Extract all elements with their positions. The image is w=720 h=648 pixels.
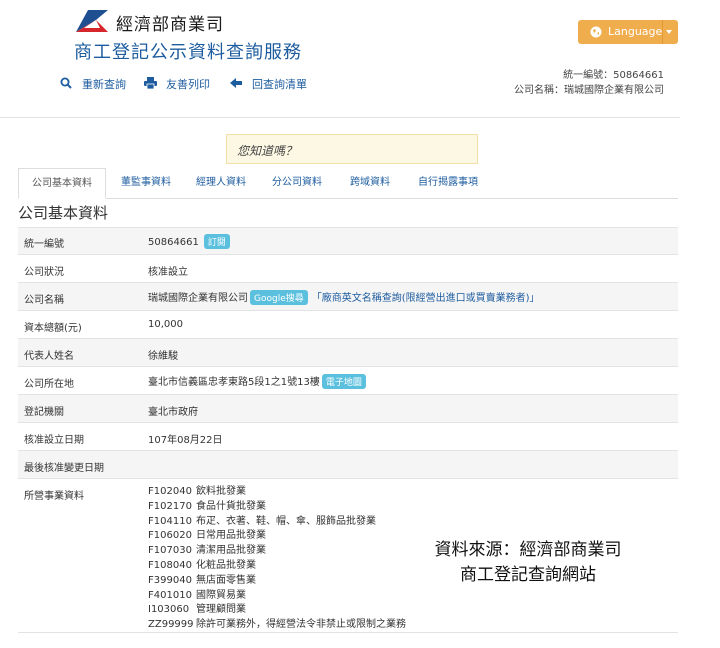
org-name: 經濟部商業司 — [116, 15, 224, 35]
row-label: 最後核准變更日期 — [24, 463, 104, 474]
row-label: 統一編號 — [24, 239, 64, 250]
table-row: 最後核准變更日期 — [18, 450, 678, 478]
did-you-know-banner[interactable]: 您知道嗎？ — [226, 134, 478, 164]
notice-text: 您知道嗎？ — [237, 144, 298, 158]
row-value: 瑞城國際企業有限公司 Google搜尋 「廠商英文名稱查詢(限經營出進口或買賣業務者… — [148, 289, 540, 305]
company-id-value: 50864661 — [148, 237, 199, 248]
tab-bar: 公司基本資料 董監事資料 經理人資料 分公司資料 跨域資料 自行揭露事項 — [18, 168, 678, 199]
row-label: 所營事業資料 — [24, 491, 84, 502]
row-value: 臺北市信義區忠孝東路5段1之1號13樓 電子地圖 — [148, 373, 366, 389]
list-item: F108040 化粧品批發業 — [148, 559, 256, 571]
meta-company-name: 公司名稱：瑞城國際企業有限公司 — [514, 85, 664, 96]
english-name-link[interactable]: 「廠商英文名稱查詢(限經營出進口或買賣業務者)」 — [312, 293, 540, 304]
subscribe-button[interactable]: 訂閱 — [203, 234, 230, 249]
representative-value: 徐維駿 — [148, 351, 178, 362]
language-divider — [662, 20, 663, 44]
list-item: F399040 無店面零售業 — [148, 574, 256, 586]
moea-logo-icon — [76, 10, 108, 32]
company-name-value: 瑞城國際企業有限公司 — [148, 293, 248, 304]
list-item: F106020 日常用品批發業 — [148, 530, 266, 542]
authority-value: 臺北市政府 — [148, 407, 198, 418]
row-label: 公司名稱 — [24, 295, 64, 306]
source-note-line-1: 資料來源：經濟部商業司 — [434, 540, 622, 560]
table-row: 資本總額(元) 10,000 — [18, 310, 678, 338]
row-label: 公司狀況 — [24, 267, 64, 278]
business-list: F102040 飲料批發業 F102170 食品什貨批發業 F104110 布疋、衣著… — [148, 485, 406, 633]
row-label: 代表人姓名 — [24, 351, 74, 362]
table-bottom-border — [18, 632, 678, 633]
list-item: F102170 食品什貨批發業 — [148, 500, 266, 512]
google-search-button[interactable]: Google搜尋 — [250, 290, 308, 305]
table-row: 公司名稱 瑞城國際企業有限公司 Google搜尋 「廠商英文名稱查詢(限經營出進口或… — [18, 282, 678, 310]
list-item: F401010 國際貿易業 — [148, 589, 246, 601]
row-label: 公司所在地 — [24, 379, 74, 390]
site-title[interactable]: 商工登記公示資料查詢服務 — [74, 38, 302, 64]
back-to-list-label: 回查詢清單 — [252, 78, 307, 91]
tab-managers[interactable]: 經理人資料 — [184, 168, 258, 198]
table-row: 公司所在地 臺北市信義區忠孝東路5段1之1號13樓 電子地圖 — [18, 366, 678, 394]
header-divider — [0, 117, 680, 118]
re-search-label: 重新查詢 — [82, 78, 126, 91]
map-button[interactable]: 電子地圖 — [321, 374, 366, 389]
approve-date-value: 107年08月22日 — [148, 435, 223, 446]
table-row: 核准設立日期 107年08月22日 — [18, 422, 678, 450]
tab-cross-domain[interactable]: 跨域資料 — [334, 168, 406, 198]
capital-value: 10,000 — [148, 319, 183, 330]
table-row: 統一編號 50864661 訂閱 — [18, 227, 678, 254]
chevron-down-icon[interactable] — [666, 30, 672, 34]
list-item: I103060 管理顧問業 — [148, 604, 246, 616]
list-item: ZZ99999 除許可業務外，得經營法令非禁止或限制之業務 — [148, 619, 406, 631]
table-row: 登記機關 臺北市政府 — [18, 394, 678, 422]
meta-company-id: 統一編號：50864661 — [563, 70, 664, 81]
row-label: 登記機關 — [24, 407, 64, 418]
row-value: 50864661 訂閱 — [148, 234, 230, 249]
table-row: 代表人姓名 徐維駿 — [18, 338, 678, 366]
status-value: 核准設立 — [148, 267, 188, 278]
list-item: F102040 飲料批發業 — [148, 486, 246, 497]
section-title: 公司基本資料 — [18, 204, 109, 222]
row-label: 資本總額(元) — [24, 323, 82, 334]
print-icon — [144, 77, 157, 89]
search-icon — [60, 77, 72, 89]
address-value: 臺北市信義區忠孝東路5段1之1號13樓 — [148, 377, 320, 388]
table-row: 公司狀況 核准設立 — [18, 254, 678, 282]
tab-company-basic[interactable]: 公司基本資料 — [18, 168, 106, 199]
company-meta: 統一編號：50864661 公司名稱：瑞城國際企業有限公司 — [514, 68, 664, 98]
tab-self-disclosure[interactable]: 自行揭露事項 — [406, 168, 490, 198]
arrow-left-icon — [230, 78, 242, 88]
tab-branches[interactable]: 分公司資料 — [260, 168, 334, 198]
source-note-overlay: 資料來源：經濟部商業司 商工登記查詢網站 — [400, 538, 656, 588]
list-item: F104110 布疋、衣著、鞋、帽、傘、服飾品批發業 — [148, 515, 376, 527]
tab-directors[interactable]: 董監事資料 — [106, 168, 186, 198]
list-item: F107030 清潔用品批發業 — [148, 545, 266, 557]
source-note-line-2: 商工登記查詢網站 — [460, 565, 596, 585]
language-button[interactable]: Language — [578, 20, 678, 44]
page-header: 經濟部商業司 商工登記公示資料查詢服務 Language 重新查詢 友善列印 回… — [0, 0, 720, 118]
language-label: Language — [608, 25, 663, 38]
row-label: 核准設立日期 — [24, 435, 84, 446]
print-label: 友善列印 — [166, 78, 210, 91]
globe-icon — [590, 26, 602, 38]
